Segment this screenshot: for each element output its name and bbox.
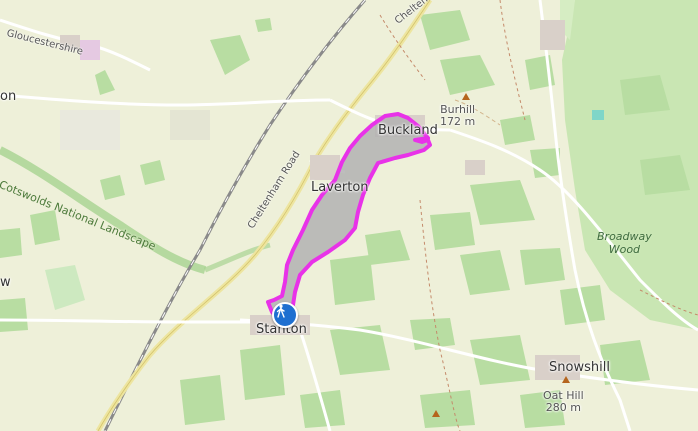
route-start-marker[interactable] xyxy=(272,302,298,328)
cotswolds-boundary xyxy=(0,146,207,274)
place-label-laverton: Laverton xyxy=(311,180,369,195)
hill-label-burhill: Burhill 172 m xyxy=(440,104,475,128)
peak-icon xyxy=(462,93,470,100)
place-label-buckland: Buckland xyxy=(378,123,438,138)
peak-icon xyxy=(432,410,440,417)
map-canvas[interactable]: Buckland Laverton Stanton Snowshill on w… xyxy=(0,0,698,431)
place-label-snowshill: Snowshill xyxy=(549,360,610,375)
place-label-partial: on xyxy=(0,89,17,104)
hill-label-oat-hill: Oat Hill 280 m xyxy=(543,390,584,414)
wood-label-broadway: Broadway Wood xyxy=(597,230,652,256)
place-label-partial-w: w xyxy=(0,275,11,290)
wood-name-line1: Broadway xyxy=(597,230,652,243)
hiker-icon xyxy=(276,304,285,318)
wood-name-line2: Wood xyxy=(608,243,641,256)
peak-icon xyxy=(562,376,570,383)
hill-height: 172 m xyxy=(440,115,476,128)
hill-height: 280 m xyxy=(545,401,581,414)
